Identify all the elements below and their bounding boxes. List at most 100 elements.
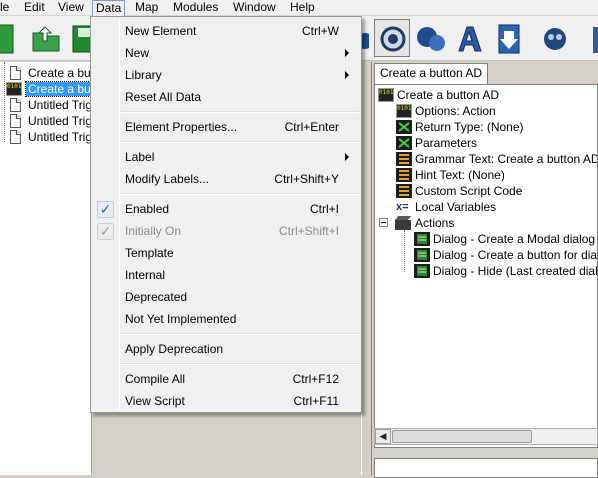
text-editor-button[interactable]	[450, 19, 486, 57]
scroll-thumb[interactable]	[392, 430, 532, 443]
menu-edit[interactable]: Edit	[21, 0, 48, 16]
menu-item-label: Modify Labels...	[125, 172, 210, 186]
import-editor-button[interactable]	[490, 19, 526, 57]
menu-item-not-yet-implemented[interactable]: Not Yet Implemented	[91, 308, 361, 330]
menu-item-enabled[interactable]: ✓ Enabled Ctrl+I	[91, 198, 361, 220]
menu-item-shortcut: Ctrl+Shift+I	[278, 224, 339, 238]
return-type-icon	[396, 120, 412, 134]
parameters-icon	[396, 136, 412, 150]
menu-item-label: Template	[125, 246, 174, 260]
open-button[interactable]	[28, 19, 64, 57]
tree-node-label: Actions	[415, 216, 455, 230]
menu-map[interactable]: Map	[132, 0, 161, 16]
menu-help[interactable]: Help	[287, 0, 318, 16]
menu-item-label: Label	[125, 150, 155, 164]
menu-item-deprecated[interactable]: Deprecated	[91, 286, 361, 308]
document-icon	[10, 130, 21, 144]
local-variables-icon: x=	[396, 201, 409, 213]
units-icon	[417, 27, 445, 51]
dialog-action-icon	[414, 248, 430, 262]
tree-node-label: Return Type: (None)	[415, 120, 524, 134]
menu-item-view-script[interactable]: View Script Ctrl+F11	[91, 390, 361, 412]
definition-tree[interactable]: 0101 Create a button AD 0101 Options: Ac…	[374, 84, 598, 448]
comment-box[interactable]	[374, 458, 598, 478]
tree-node-label: Dialog - Hide (Last created dialog) f	[433, 264, 598, 278]
menu-item-shortcut: Ctrl+Shift+Y	[274, 172, 339, 186]
tree-item[interactable]: Untitled Trigg	[0, 129, 99, 145]
menu-item-label: Compile All	[125, 372, 186, 386]
open-folder-icon	[32, 26, 60, 52]
binary-icon: 0101	[396, 104, 412, 118]
tree-node-label: Create a button AD	[397, 88, 500, 102]
tree-item[interactable]: Untitled Trigg	[0, 113, 99, 129]
menu-item-shortcut: Ctrl+F11	[293, 394, 339, 408]
new-map-button[interactable]	[0, 19, 18, 57]
trigger-editor-button[interactable]	[374, 19, 410, 57]
collapse-icon[interactable]	[379, 218, 388, 227]
menu-item-reset-all-data[interactable]: Reset All Data	[91, 86, 361, 108]
menu-item-initially-on[interactable]: ✓ Initially On Ctrl+Shift+I	[91, 220, 361, 242]
tree-item[interactable]: Untitled Trigg	[0, 97, 99, 113]
text-lines-icon	[396, 152, 412, 166]
menu-separator	[121, 141, 359, 143]
trigger-list-panel[interactable]: Create a butto 0101 Create a butto Untit…	[0, 62, 108, 475]
panel-splitter[interactable]	[361, 62, 372, 475]
object-editor-button[interactable]	[536, 19, 572, 57]
submenu-arrow-icon	[345, 71, 349, 79]
checkmark-icon: ✓	[97, 223, 114, 240]
menu-item-new[interactable]: New	[91, 42, 361, 64]
menu-view[interactable]: View	[55, 0, 87, 16]
menu-item-internal[interactable]: Internal	[91, 264, 361, 286]
tab-definition[interactable]: Create a button AD	[374, 63, 489, 84]
submenu-arrow-icon	[345, 49, 349, 57]
document-icon	[10, 114, 21, 128]
tree-node-label: Dialog - Create a button for dialog (	[433, 248, 598, 262]
menu-item-apply-deprecation[interactable]: Apply Deprecation	[91, 338, 361, 360]
tree-node-label: Custom Script Code	[415, 184, 523, 198]
menu-item-label: Not Yet Implemented	[125, 312, 237, 326]
import-arrow-icon	[498, 24, 520, 54]
tree-node-label: Parameters	[415, 136, 478, 150]
menu-item-element-properties[interactable]: Element Properties... Ctrl+Enter	[91, 116, 361, 138]
menu-separator	[121, 111, 359, 113]
menu-item-shortcut: Ctrl+I	[309, 202, 339, 216]
menu-data[interactable]: Data	[92, 0, 126, 16]
menu-bar: le Edit View Data Map Modules Window Hel…	[0, 0, 598, 16]
menu-item-compile-all[interactable]: Compile All Ctrl+F12	[91, 368, 361, 390]
menu-item-new-element[interactable]: New Element Ctrl+W	[91, 20, 361, 42]
menu-separator	[121, 363, 359, 365]
binary-icon: 0101	[6, 82, 22, 96]
menu-modules[interactable]: Modules	[170, 0, 221, 16]
gear-icon	[380, 26, 406, 52]
creature-icon	[544, 28, 566, 50]
tree-node-label: Grammar Text: Create a button AD()	[415, 152, 598, 166]
menu-separator	[121, 193, 359, 195]
toolbar-overflow-button[interactable]	[576, 19, 598, 57]
menu-item-shortcut: Ctrl+W	[302, 24, 339, 38]
checkmark-icon: ✓	[97, 201, 114, 218]
tree-line	[404, 230, 405, 272]
tree-node-label: Dialog - Create a Modal dialog of si	[433, 232, 597, 246]
tree-item[interactable]: Create a butto	[0, 65, 104, 81]
binary-icon: 0101	[378, 88, 394, 102]
menu-item-label: New Element	[125, 24, 197, 38]
menu-window[interactable]: Window	[230, 0, 279, 16]
document-icon	[10, 98, 21, 112]
menu-item-label: Deprecated	[125, 290, 188, 304]
tree-node-label: Hint Text: (None)	[415, 168, 505, 182]
dialog-action-icon	[414, 232, 430, 246]
horizontal-scrollbar[interactable]: ◀	[374, 428, 598, 445]
menu-item-template[interactable]: Template	[91, 242, 361, 264]
menu-item-modify-labels[interactable]: Modify Labels... Ctrl+Shift+Y	[91, 168, 361, 190]
tree-item-selected[interactable]: 0101 Create a butto	[0, 81, 108, 97]
letter-a-icon	[458, 26, 482, 52]
menu-item-label: New	[125, 46, 150, 60]
definition-panel: Create a button AD 0101 Create a button …	[372, 62, 598, 478]
menu-item-library[interactable]: Library	[91, 64, 361, 86]
menu-separator	[121, 333, 359, 335]
scroll-left-arrow[interactable]: ◀	[375, 429, 391, 444]
menu-item-label: Reset All Data	[125, 90, 202, 104]
menu-item-label-submenu[interactable]: Label	[91, 146, 361, 168]
menu-file[interactable]: le	[0, 0, 12, 16]
unit-editor-button[interactable]	[412, 19, 448, 57]
